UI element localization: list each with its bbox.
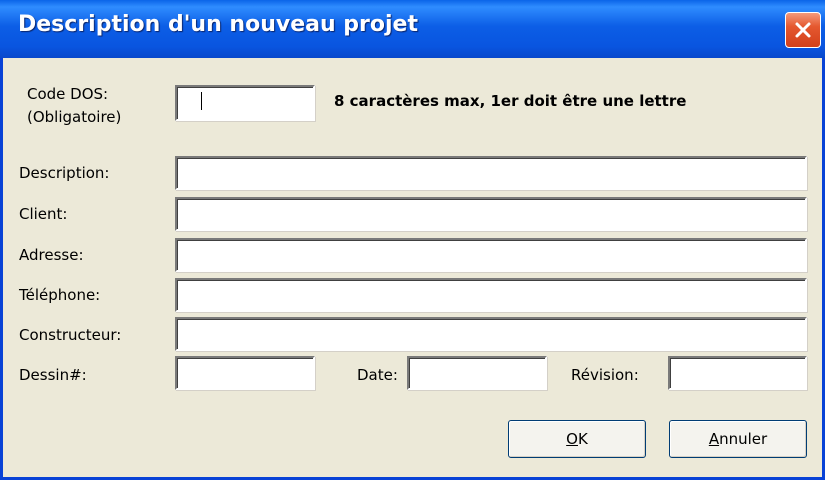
- constructeur-label: Constructeur:: [19, 326, 122, 344]
- adresse-input[interactable]: [175, 238, 807, 272]
- annuler-button[interactable]: Annuler: [669, 420, 807, 458]
- dialog-window: Description d'un nouveau projet Code DOS…: [0, 0, 825, 480]
- code-dos-input[interactable]: [175, 85, 315, 121]
- dialog-body: Code DOS: (Obligatoire) 8 caractères max…: [3, 58, 822, 477]
- dessin-label: Dessin#:: [19, 366, 87, 384]
- description-label: Description:: [19, 164, 110, 182]
- code-dos-required-label: (Obligatoire): [27, 108, 122, 126]
- date-label: Date:: [357, 366, 398, 384]
- close-icon: [795, 22, 811, 38]
- ok-label: K: [577, 430, 588, 448]
- text-caret: [201, 91, 202, 110]
- client-label: Client:: [19, 205, 68, 223]
- adresse-label: Adresse:: [19, 246, 84, 264]
- window-title: Description d'un nouveau projet: [18, 12, 418, 37]
- revision-label: Révision:: [571, 366, 639, 384]
- annuler-label: nnuler: [719, 430, 768, 448]
- constructeur-input[interactable]: [175, 317, 807, 351]
- close-button[interactable]: [785, 12, 821, 48]
- code-dos-hint: 8 caractères max, 1er doit être une lett…: [334, 92, 687, 110]
- telephone-input[interactable]: [175, 278, 807, 312]
- ok-button[interactable]: OK: [508, 420, 646, 458]
- ok-mnemonic: O: [566, 430, 578, 448]
- title-bar[interactable]: Description d'un nouveau projet: [0, 0, 825, 58]
- telephone-label: Téléphone:: [19, 286, 101, 304]
- annuler-mnemonic: A: [708, 430, 720, 448]
- client-input[interactable]: [175, 197, 807, 231]
- code-dos-label: Code DOS:: [27, 85, 109, 103]
- description-input[interactable]: [175, 156, 807, 190]
- date-input[interactable]: [407, 356, 547, 390]
- dessin-input[interactable]: [175, 356, 315, 390]
- revision-input[interactable]: [668, 356, 807, 390]
